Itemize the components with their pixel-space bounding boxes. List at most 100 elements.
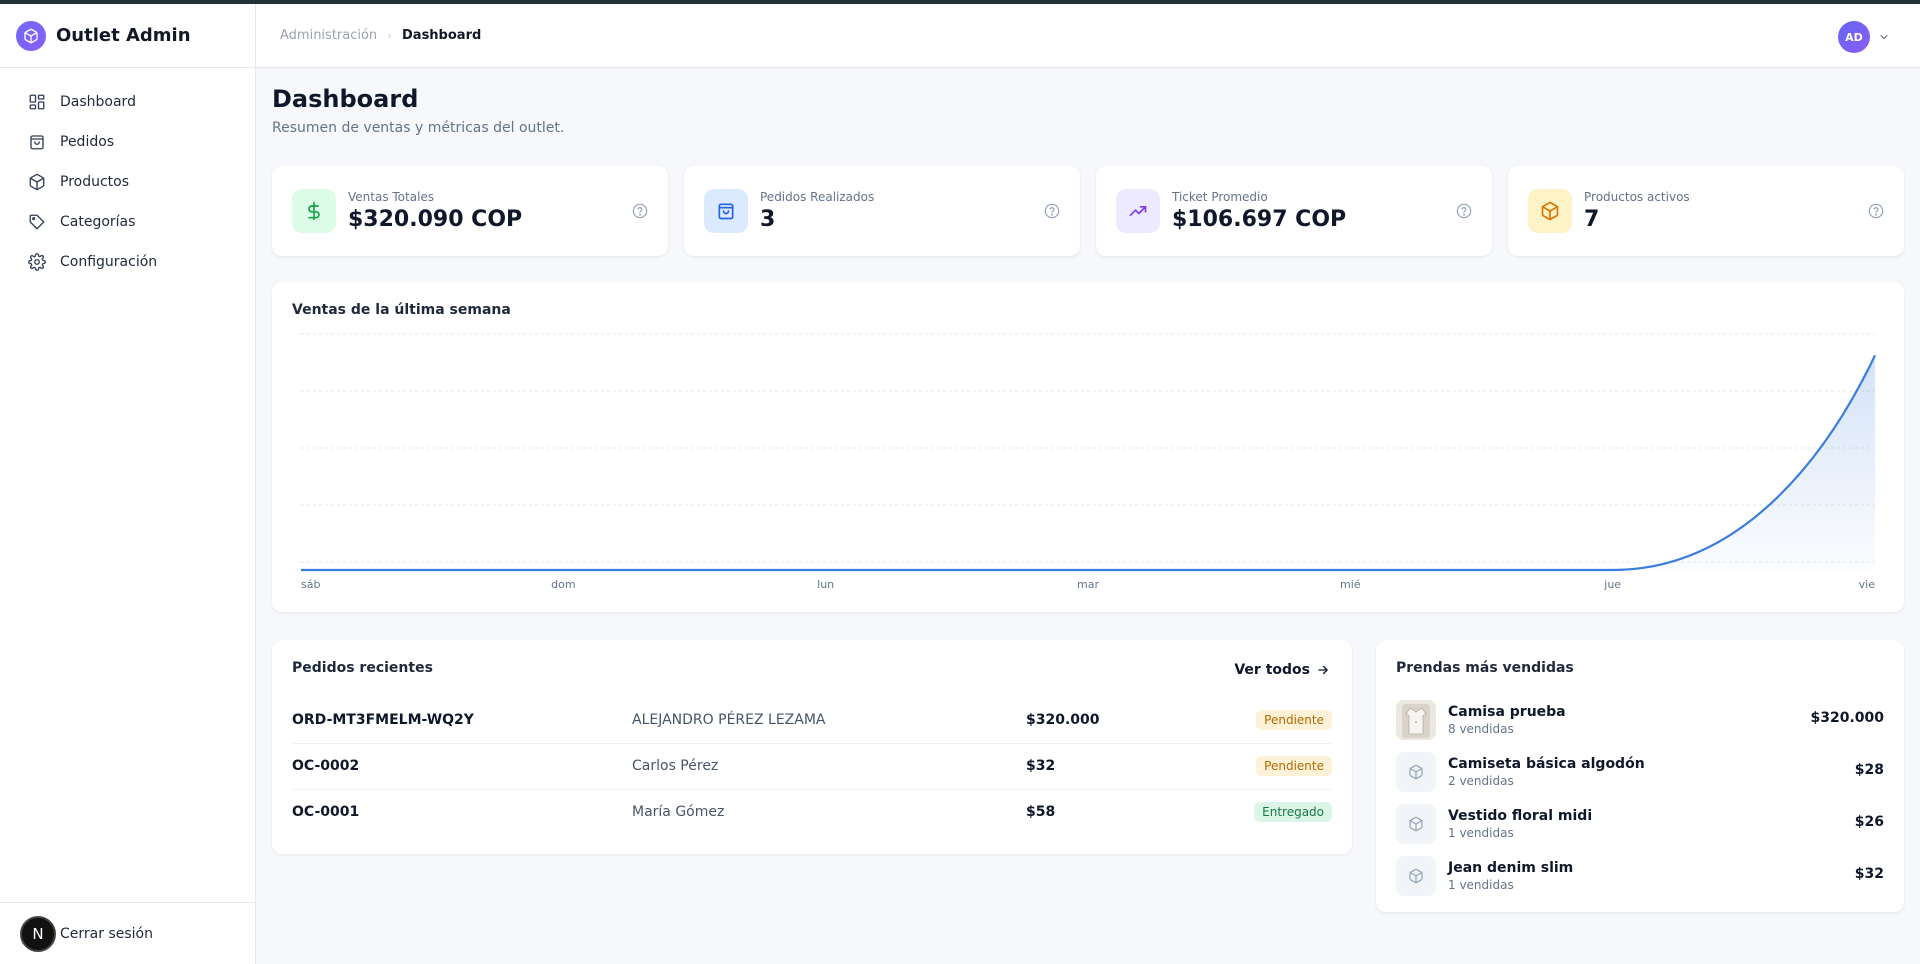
package-icon: [16, 20, 46, 51]
orders-table: ORD-MT3FMELM-WQ2Y ALEJANDRO PÉREZ LEZAMA…: [292, 698, 1332, 836]
list-item[interactable]: Camisa prueba 8 vendidas $320.000: [1396, 694, 1884, 746]
package-icon: [1396, 752, 1436, 792]
status-badge: Entregado: [1254, 802, 1332, 822]
breadcrumb-item-administracion[interactable]: Administración: [280, 28, 377, 43]
table-row[interactable]: OC-0001 María Gómez $58 Entregado: [292, 790, 1332, 836]
package-icon: [1396, 856, 1436, 896]
breadcrumb-item-current: Dashboard: [402, 28, 482, 43]
sidebar-item-dashboard[interactable]: Dashboard: [0, 82, 255, 122]
sidebar-item-label: Productos: [60, 174, 130, 190]
stat-value: $320.090 COP: [348, 207, 523, 232]
product-sold: 1 vendidas: [1448, 878, 1514, 892]
x-tick-label: mar: [1077, 578, 1099, 591]
help-circle-icon[interactable]: [1868, 203, 1884, 219]
recent-orders-title: Pedidos recientes: [292, 660, 433, 676]
sidebar-item-label: Configuración: [60, 254, 158, 270]
stat-card-ventas-totales: Ventas Totales $320.090 COP: [272, 166, 668, 256]
chevron-right-icon: ›: [387, 28, 392, 43]
sidebar-nav: Dashboard Pedidos Productos Categorías C…: [0, 68, 255, 282]
chart-series-line: [301, 354, 1876, 572]
list-item[interactable]: Jean denim slim 1 vendidas $32: [1396, 850, 1884, 902]
stat-icon-box: [1116, 189, 1160, 233]
shopping-bag-icon: [30, 135, 44, 150]
view-all-label: Ver todos: [1234, 662, 1310, 678]
order-total: $58: [1026, 804, 1056, 820]
chart-area-fill: [301, 355, 1875, 570]
page-subtitle: Resumen de ventas y métricas del outlet.: [272, 120, 565, 136]
product-name: Camiseta básica algodón: [1448, 756, 1645, 772]
logout-button[interactable]: N Cerrar sesión: [0, 902, 255, 964]
sidebar-item-label: Dashboard: [60, 94, 136, 110]
stat-card-productos-activos: Productos activos 7: [1508, 166, 1904, 256]
product-name: Vestido floral midi: [1448, 808, 1593, 824]
stat-label: Productos activos: [1584, 190, 1690, 204]
product-sold: 8 vendidas: [1448, 722, 1514, 736]
x-tick-label: mié: [1340, 578, 1361, 591]
page-title: Dashboard: [272, 85, 419, 113]
order-customer: Carlos Pérez: [632, 758, 719, 774]
stat-card-pedidos-realizados: Pedidos Realizados 3: [684, 166, 1080, 256]
stat-icon-box: [1528, 189, 1572, 233]
shopping-bag-icon: [718, 203, 734, 220]
stat-value: $106.697 COP: [1172, 207, 1347, 232]
logout-label: Cerrar sesión: [60, 925, 153, 942]
breadcrumb: Administración › Dashboard: [280, 28, 481, 43]
sidebar-item-productos[interactable]: Productos: [0, 162, 255, 202]
user-menu[interactable]: AD: [1838, 21, 1890, 53]
sidebar-item-configuracion[interactable]: Configuración: [0, 242, 255, 282]
top-products-card: Prendas más vendidas Camisa prueba 8 ven…: [1376, 640, 1904, 912]
help-circle-icon[interactable]: [632, 203, 648, 219]
package-icon: [1396, 804, 1436, 844]
sidebar-item-label: Categorías: [60, 214, 136, 230]
order-id: OC-0002: [292, 758, 360, 774]
status-badge: Pendiente: [1256, 756, 1332, 776]
table-row[interactable]: ORD-MT3FMELM-WQ2Y ALEJANDRO PÉREZ LEZAMA…: [292, 698, 1332, 744]
x-tick-label: lun: [817, 578, 834, 591]
tag-icon: [29, 214, 45, 230]
help-circle-icon[interactable]: [1456, 203, 1472, 219]
trending-up-icon: [1129, 206, 1147, 216]
product-price: $32: [1854, 866, 1884, 882]
order-customer: María Gómez: [632, 804, 725, 820]
order-id: ORD-MT3FMELM-WQ2Y: [292, 712, 474, 728]
stat-label: Ventas Totales: [348, 190, 435, 204]
product-sold: 2 vendidas: [1448, 774, 1514, 788]
package-icon: [1541, 201, 1559, 221]
product-name: Camisa prueba: [1448, 704, 1566, 720]
table-row[interactable]: OC-0002 Carlos Pérez $32 Pendiente: [292, 744, 1332, 790]
list-item[interactable]: Vestido floral midi 1 vendidas $26: [1396, 798, 1884, 850]
sidebar-item-label: Pedidos: [60, 134, 115, 150]
x-tick-label: dom: [551, 578, 575, 591]
sidebar: Outlet Admin Dashboard Pedidos Productos…: [0, 4, 256, 964]
arrow-right-icon: [1318, 665, 1328, 675]
product-sold: 1 vendidas: [1448, 826, 1514, 840]
x-tick-label: sáb: [301, 578, 320, 591]
stat-card-ticket-promedio: Ticket Promedio $106.697 COP: [1096, 166, 1492, 256]
chevron-down-icon: [1880, 34, 1888, 40]
dollar-icon: [308, 201, 320, 221]
status-badge: Pendiente: [1256, 710, 1332, 730]
sales-chart-card: Ventas de la última semana sáb dom lun mar m…: [272, 282, 1904, 612]
product-name: Jean denim slim: [1448, 860, 1574, 876]
view-all-orders-link[interactable]: Ver todos: [1234, 662, 1330, 678]
x-tick-label: jue: [1603, 578, 1621, 591]
order-total: $32: [1026, 758, 1056, 774]
product-price: $28: [1854, 762, 1884, 778]
stats-row: Ventas Totales $320.090 COP Pedidos Real…: [272, 166, 1904, 256]
brand[interactable]: Outlet Admin: [0, 4, 255, 68]
product-price: $320.000: [1810, 710, 1884, 726]
main-content: Dashboard Resumen de ventas y métricas d…: [272, 68, 1904, 912]
gear-icon: [28, 253, 46, 271]
order-total: $320.000: [1026, 712, 1100, 728]
app-name: Outlet Admin: [56, 25, 191, 46]
product-price: $26: [1854, 814, 1884, 830]
top-products-list: Camisa prueba 8 vendidas $320.000 Camise…: [1396, 694, 1884, 902]
recent-orders-card: Pedidos recientes Ver todos ORD-MT3FMELM…: [272, 640, 1352, 854]
help-circle-icon[interactable]: [1044, 203, 1060, 219]
stat-icon-box: [292, 189, 336, 233]
list-item[interactable]: Camiseta básica algodón 2 vendidas $28: [1396, 746, 1884, 798]
x-tick-label: vie: [1859, 578, 1876, 591]
stat-label: Ticket Promedio: [1172, 190, 1268, 204]
sidebar-item-pedidos[interactable]: Pedidos: [0, 122, 255, 162]
sidebar-item-categorias[interactable]: Categorías: [0, 202, 255, 242]
